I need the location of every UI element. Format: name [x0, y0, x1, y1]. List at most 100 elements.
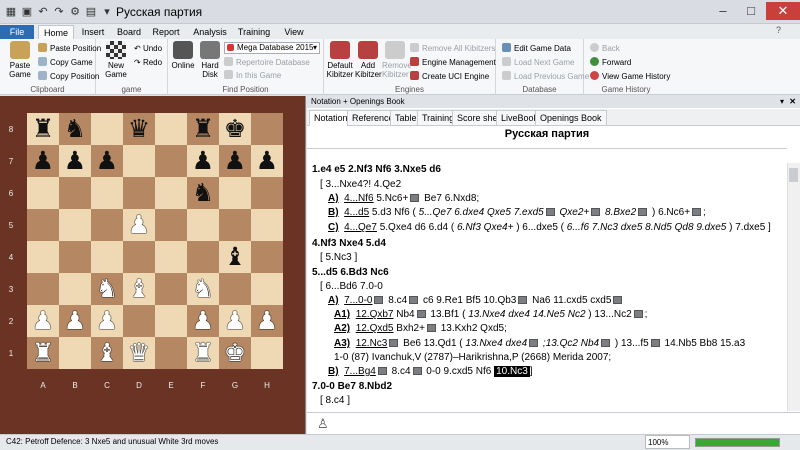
add-kibitzer-button[interactable]: Add Kibitzer [355, 41, 382, 79]
white-queen-icon[interactable]: ♛ [128, 338, 150, 367]
board-square[interactable] [187, 241, 219, 273]
board-square[interactable] [251, 337, 283, 369]
load-previous-game-button[interactable]: Load Previous Game [502, 71, 589, 82]
tab-view[interactable]: View [282, 25, 306, 39]
close-button[interactable]: ✕ [766, 2, 800, 20]
black-pawn-icon[interactable]: ♟ [192, 146, 214, 175]
dropdown-icon[interactable]: ▾ [100, 5, 114, 19]
board-square[interactable] [91, 241, 123, 273]
board-square[interactable] [155, 177, 187, 209]
board-square[interactable]: ♛ [123, 113, 155, 145]
undo-button[interactable]: ↶ Undo [134, 44, 162, 54]
board-square[interactable]: ♜ [187, 113, 219, 145]
current-move-highlight[interactable]: 10.Nc3 [494, 366, 530, 377]
edit-game-data-button[interactable]: Edit Game Data [502, 43, 571, 54]
board-square[interactable]: ♟ [251, 145, 283, 177]
remove-all-kibitzers-button[interactable]: Remove All Kibitzers [410, 43, 495, 54]
board-square[interactable] [155, 209, 187, 241]
variation-line[interactable]: A2) 12.Qxd5 Bxh2+ 13.Kxh2 Qxd5; [334, 323, 507, 335]
black-pawn-icon[interactable]: ♟ [96, 146, 118, 175]
repertoire-database-button[interactable]: Repertoire Database [224, 57, 310, 68]
move-line[interactable]: [ 5.Nc3 ] [320, 252, 357, 264]
black-knight-icon[interactable]: ♞ [192, 178, 214, 207]
variation-line[interactable]: A) 7...0-0 8.c4 c6 9.Re1 Bf5 10.Qb3 Na6 … [328, 295, 624, 307]
move-line[interactable]: 7.0-0 Be7 8.Nbd2 [312, 381, 392, 393]
undo-icon[interactable]: ↶ [36, 5, 50, 19]
board-square[interactable]: ♜ [187, 337, 219, 369]
variation-line[interactable]: B) 7...Bg4 8.c4 0-0 9.cxd5 Nf6 10.Nc3] [328, 366, 533, 378]
database-select[interactable]: Mega Database 2015 ▾ [224, 42, 320, 54]
game-reference[interactable]: 1-0 (87) Ivanchuk,V (2787)–Harikrishna,P… [334, 352, 611, 364]
variation-line[interactable]: A) 4...Nf6 5.Nc6+ Be7 6.Nxd8; [328, 193, 479, 205]
black-rook-icon[interactable]: ♜ [192, 114, 214, 143]
board-square[interactable]: ♟ [91, 305, 123, 337]
board-square[interactable]: ♟ [251, 305, 283, 337]
variation-line[interactable]: B) 4...d5 5.d3 Nf6 ( 5...Qe7 6.dxe4 Qxe5… [328, 207, 706, 219]
board-square[interactable] [155, 273, 187, 305]
variation-line[interactable]: A3) 12.Nc3 Be6 13.Qd1 ( 13.Nxe4 dxe4 ;13… [334, 338, 745, 350]
black-queen-icon[interactable]: ♛ [128, 114, 150, 143]
variation-line[interactable]: A1) 12.Qxb7 Nb4 13.Bf1 ( 13.Nxe4 dxe4 14… [334, 309, 647, 321]
tab-training[interactable]: Training [236, 25, 272, 39]
tab-home[interactable]: Home [38, 25, 74, 39]
tab-file[interactable]: File [0, 25, 34, 39]
tab-report[interactable]: Report [150, 25, 182, 39]
board-square[interactable] [91, 113, 123, 145]
black-bishop-icon[interactable]: ♝ [224, 242, 246, 271]
board-square[interactable]: ♞ [187, 273, 219, 305]
board-square[interactable] [219, 209, 251, 241]
move-input-bar[interactable]: ♙ [307, 412, 800, 434]
board-square[interactable] [155, 241, 187, 273]
board-square[interactable]: ♝ [123, 273, 155, 305]
move-line[interactable]: [ 8.c4 ] [320, 395, 350, 407]
tab-board[interactable]: Board [115, 25, 143, 39]
new-game-button[interactable]: New Game [102, 41, 130, 79]
board-square[interactable] [251, 113, 283, 145]
board-square[interactable]: ♟ [59, 305, 91, 337]
board-square[interactable]: ♞ [91, 273, 123, 305]
load-next-game-button[interactable]: Load Next Game [502, 57, 574, 68]
black-king-icon[interactable]: ♚ [224, 114, 246, 143]
board-square[interactable] [155, 145, 187, 177]
print-icon[interactable]: ▤ [84, 5, 98, 19]
board-square[interactable] [123, 305, 155, 337]
board-square[interactable] [155, 113, 187, 145]
board-square[interactable] [251, 177, 283, 209]
board-square[interactable] [123, 145, 155, 177]
white-bishop-icon[interactable]: ♝ [96, 338, 118, 367]
white-pawn-icon[interactable]: ♟ [96, 306, 118, 335]
board-square[interactable] [59, 241, 91, 273]
board-square[interactable] [59, 337, 91, 369]
board-square[interactable] [219, 177, 251, 209]
board-square[interactable] [123, 177, 155, 209]
white-pawn-icon[interactable]: ♟ [128, 210, 150, 239]
online-button[interactable]: Online [170, 41, 196, 70]
in-this-game-button[interactable]: In this Game [224, 70, 281, 81]
board-square[interactable] [251, 241, 283, 273]
white-rook-icon[interactable]: ♜ [192, 338, 214, 367]
scrollbar-thumb[interactable] [789, 168, 798, 182]
board-square[interactable]: ♟ [219, 145, 251, 177]
board-square[interactable]: ♟ [91, 145, 123, 177]
chess-board[interactable]: ♜ ♞ ♛ ♜ ♚ ♟ ♟ ♟ ♟ ♟ ♟ ♞ ♟ ♝ ♞ ♝ ♞ ♟ ♟ ♟ ♟ ♟ ♟ ♜ ♝ ♛ ♜ ♚ [27, 113, 283, 369]
panel-close-icon[interactable]: ✕ [789, 96, 796, 108]
board-square[interactable] [155, 305, 187, 337]
white-knight-icon[interactable]: ♞ [96, 274, 118, 303]
white-king-icon[interactable]: ♚ [224, 338, 246, 367]
board-square[interactable]: ♜ [27, 113, 59, 145]
board-square[interactable]: ♟ [27, 305, 59, 337]
board-square[interactable]: ♚ [219, 337, 251, 369]
board-square[interactable] [27, 273, 59, 305]
board-square[interactable]: ♝ [219, 241, 251, 273]
copy-game-button[interactable]: Copy Game [38, 57, 93, 68]
black-pawn-icon[interactable]: ♟ [256, 146, 278, 175]
board-square[interactable] [155, 337, 187, 369]
back-button[interactable]: Back [590, 43, 620, 54]
minimize-button[interactable]: – [710, 2, 736, 20]
tab-analysis[interactable]: Analysis [192, 25, 228, 39]
forward-button[interactable]: Forward [590, 57, 631, 68]
black-rook-icon[interactable]: ♜ [32, 114, 54, 143]
board-square[interactable] [123, 241, 155, 273]
panel-menu-icon[interactable]: ▾ [780, 96, 784, 108]
board-square[interactable] [91, 209, 123, 241]
